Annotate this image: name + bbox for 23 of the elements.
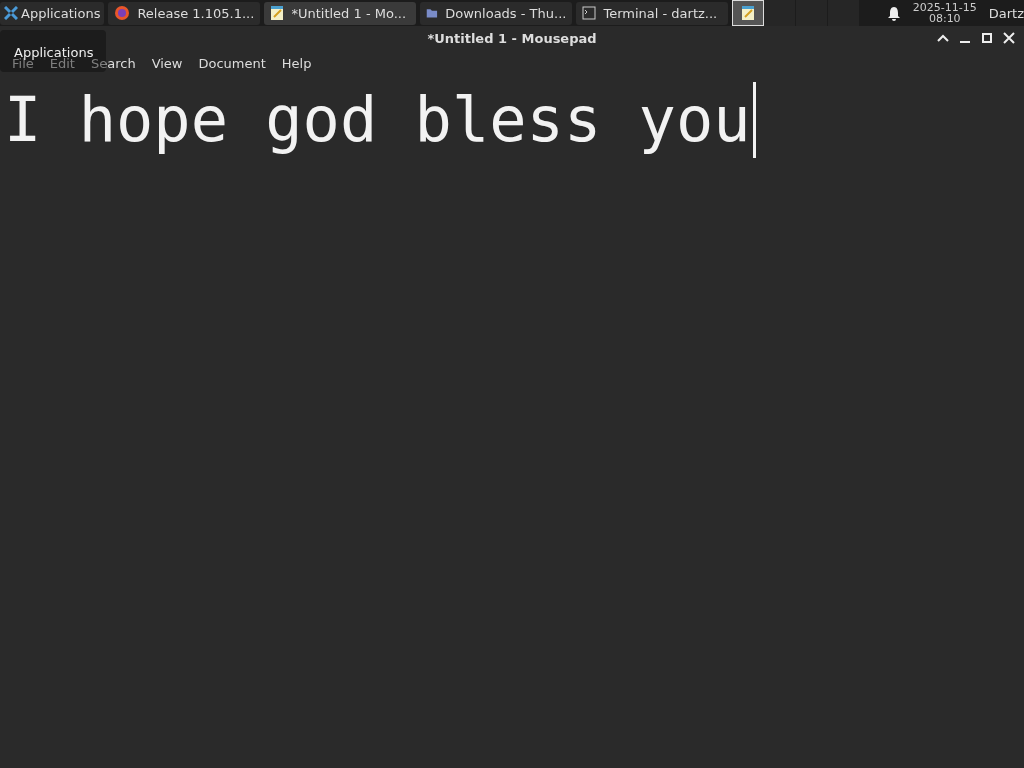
editor-text: I hope god bless you [4, 82, 751, 158]
window-button[interactable]: Downloads - Thu... [420, 1, 573, 25]
globe-icon [114, 5, 131, 21]
notepad-icon [270, 5, 285, 21]
window-button[interactable]: Release 1.105.1... [108, 1, 261, 25]
maximize-icon[interactable] [980, 31, 994, 45]
folder-icon [426, 6, 439, 20]
text-editor[interactable]: I hope god bless you [0, 76, 1024, 158]
terminal-icon [582, 6, 597, 20]
clock[interactable]: 2025-11-15 08:10 [912, 2, 977, 24]
window-button[interactable]: Terminal - dartz... [576, 1, 729, 25]
bell-icon[interactable] [886, 5, 901, 21]
window-title: *Untitled 1 - Mousepad [426, 30, 598, 46]
applications-menu-button[interactable]: Applications [0, 1, 105, 25]
app-menu-icon [4, 6, 18, 20]
menu-item[interactable]: Help [273, 55, 320, 71]
notepad-icon [741, 5, 756, 21]
user-name[interactable]: Dartz [988, 5, 1024, 21]
window-button[interactable]: *Untitled 1 - Mo... [264, 1, 417, 25]
close-icon[interactable] [1002, 31, 1016, 45]
tooltip-text: Applications [14, 45, 94, 60]
menu-item[interactable]: View [143, 55, 191, 71]
menu-item[interactable]: Document [190, 55, 274, 71]
